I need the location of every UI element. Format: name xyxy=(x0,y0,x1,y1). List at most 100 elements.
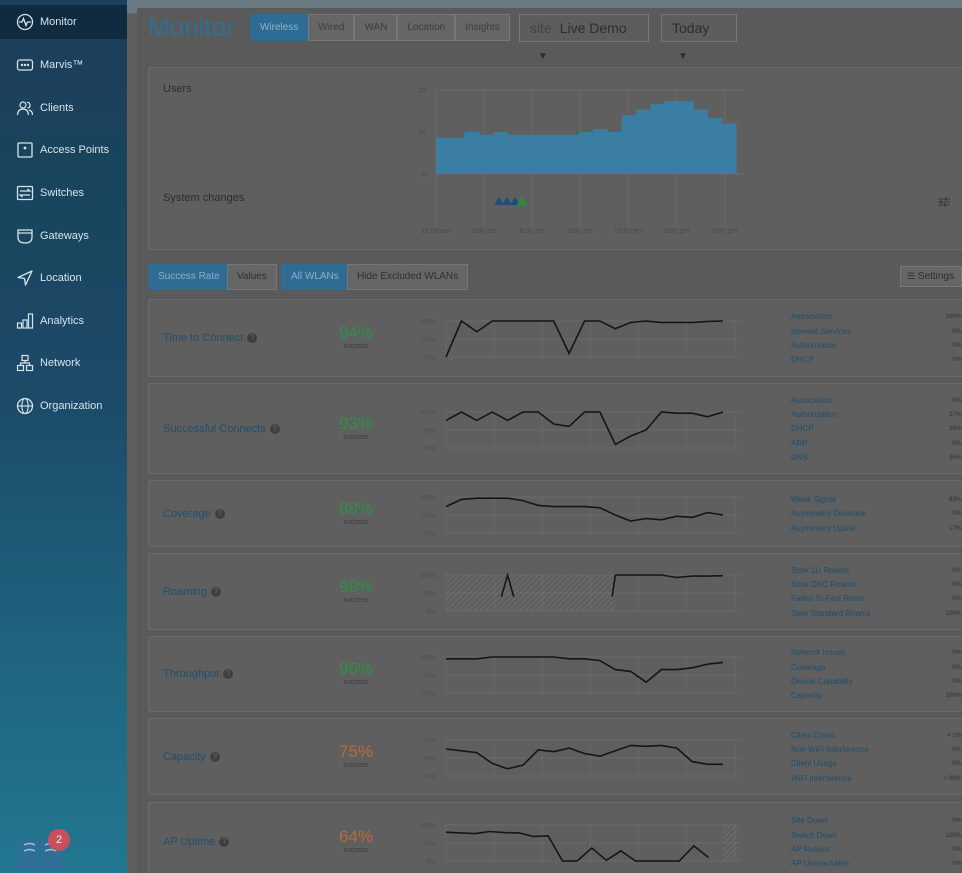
reason-item[interactable]: Client Usage 0% xyxy=(791,757,961,771)
users-bar xyxy=(493,132,508,174)
reason-item[interactable]: AP Unreachable 0% xyxy=(791,857,961,871)
sle-name[interactable]: Time to Connect? xyxy=(163,332,258,344)
users-y-tick: 0 xyxy=(422,172,426,179)
reason-item[interactable]: Authorization 27% xyxy=(791,408,961,422)
tab-wired[interactable]: Wired xyxy=(308,14,355,41)
reason-item[interactable]: DNS 35% xyxy=(791,451,961,465)
reason-item[interactable]: Slow 11r Roams 0% xyxy=(791,564,961,578)
sidebar-item-gateways[interactable]: Gateways xyxy=(0,219,127,253)
sle-success-label: success xyxy=(343,596,369,604)
filter-sliders-icon[interactable] xyxy=(937,194,951,207)
sidebar-item-access-points[interactable]: Access Points xyxy=(0,133,127,167)
system-change-marker[interactable] xyxy=(494,197,504,205)
sidebar-item-location[interactable]: Location xyxy=(0,261,127,295)
reason-item[interactable]: Association 100% xyxy=(791,310,961,324)
sparkline-y-tick: 90% xyxy=(423,673,436,680)
help-question-icon[interactable]: ? xyxy=(219,837,230,848)
reason-value: 83% xyxy=(948,496,961,503)
sle-name[interactable]: Coverage? xyxy=(163,508,225,520)
sle-row-successful-connects[interactable]: Successful Connects? 93% success 100% 85% 70%… xyxy=(148,383,962,474)
sidebar-item-monitor[interactable]: Monitor xyxy=(0,5,127,39)
reason-item[interactable]: Slow OKC Roams 0% xyxy=(791,578,961,592)
time-range-dropdown[interactable]: Today ▼ xyxy=(661,14,737,62)
all-wlans-tab[interactable]: All WLANs xyxy=(281,264,349,290)
reason-value: 0% xyxy=(952,761,961,768)
settings-button[interactable]: ☰ Settings xyxy=(900,266,962,287)
sle-sparkline: 90% 70% 50% xyxy=(423,737,741,780)
sle-name[interactable]: Capacity? xyxy=(163,751,220,763)
sle-percentage: 98% xyxy=(338,576,374,596)
sle-row-coverage[interactable]: Coverage? 88% success 100% 85% 70% Weak Signal… xyxy=(148,480,962,547)
users-bar xyxy=(521,134,537,174)
users-bar xyxy=(678,101,694,174)
reason-item[interactable]: DHCP 38% xyxy=(791,422,961,436)
users-x-tick: 9:00 am xyxy=(568,228,593,235)
sle-name[interactable]: Successful Connects? xyxy=(163,423,280,435)
sle-row-capacity[interactable]: Capacity? 75% success 90% 70% 50% Client Count… xyxy=(148,718,962,795)
reason-value: 0% xyxy=(952,357,961,364)
reason-item[interactable]: Non WiFi Interference 0% xyxy=(791,743,961,757)
sle-name[interactable]: Throughput? xyxy=(163,668,234,680)
sle-success-label: success xyxy=(343,433,369,441)
sidebar-item-network[interactable]: Network xyxy=(0,346,127,380)
success-rate-tab[interactable]: Success Rate xyxy=(148,264,230,290)
reason-item[interactable]: Site Down 0% xyxy=(791,814,961,828)
values-tab[interactable]: Values xyxy=(227,264,277,290)
help-question-icon[interactable]: ? xyxy=(223,669,234,680)
reason-item[interactable]: ARP 0% xyxy=(791,437,961,451)
reason-item[interactable]: Failed To Fast Roam 0% xyxy=(791,592,961,606)
sle-name[interactable]: AP Uptime? xyxy=(163,836,230,848)
sidebar-item-clients[interactable]: Clients xyxy=(0,91,127,125)
reason-item[interactable]: Asymmetry Downlink 0% xyxy=(791,507,961,521)
help-question-icon[interactable]: ? xyxy=(269,423,280,434)
help-question-icon[interactable]: ? xyxy=(247,333,258,344)
reason-item[interactable]: Network Issues 0% xyxy=(791,646,961,660)
sidebar-item-analytics[interactable]: Analytics xyxy=(0,304,127,338)
sidebar-item-label: Network xyxy=(40,357,81,369)
sle-row-time-to-connect[interactable]: Time to Connect? 94% success 100% 60% 20% Asso… xyxy=(148,299,962,377)
help-question-icon[interactable]: ? xyxy=(209,751,220,762)
site-dropdown[interactable]: site Live Demo ▼ xyxy=(519,14,649,62)
sle-row-throughput[interactable]: Throughput? 96% success 100% 90% 80% Network I… xyxy=(148,636,962,712)
system-change-marker[interactable] xyxy=(517,197,527,205)
reason-item[interactable]: Asymmetry Uplink 17% xyxy=(791,522,961,536)
reason-label: Authorization xyxy=(791,340,838,350)
sle-percentage: 75% xyxy=(338,741,374,761)
help-question-icon[interactable]: ? xyxy=(211,586,222,597)
reason-item[interactable]: Authorization 0% xyxy=(791,339,961,353)
sidebar-item-organization[interactable]: Organization xyxy=(0,389,127,423)
sle-row-roaming[interactable]: Roaming? 98% success 100% 50% 0% Slow 11r Roam… xyxy=(148,553,962,630)
reason-item[interactable]: AP Reboot 0% xyxy=(791,843,961,857)
reason-item[interactable]: DHCP 0% xyxy=(791,353,961,367)
sidebar-item-switches[interactable]: Switches xyxy=(0,176,127,210)
reason-label: Internet Services xyxy=(791,326,852,336)
reason-label: Coverage xyxy=(791,662,826,672)
reason-label: AP Reboot xyxy=(791,844,830,854)
sle-name-label: Coverage xyxy=(163,507,211,520)
reason-value: 100% xyxy=(945,610,961,617)
reason-item[interactable]: Weak Signal 83% xyxy=(791,493,961,507)
sle-name[interactable]: Roaming? xyxy=(163,586,222,598)
tab-location[interactable]: Location xyxy=(397,14,456,41)
reason-item[interactable]: WiFi Interference > 99% xyxy=(791,772,961,786)
reason-item[interactable]: Slow Standard Roams 100% xyxy=(791,607,961,621)
reason-item[interactable]: Coverage 0% xyxy=(791,661,961,675)
tab-wireless[interactable]: Wireless xyxy=(250,14,309,41)
hide-excluded-wlans-tab[interactable]: Hide Excluded WLANs xyxy=(347,264,469,290)
sle-success-label: success xyxy=(343,847,369,854)
reason-item[interactable]: Capacity 100% xyxy=(791,689,961,703)
tab-wan[interactable]: WAN xyxy=(354,14,398,41)
sle-row-ap-uptime[interactable]: AP Uptime? 64% success 100% 50% 0% Site Down 0%… xyxy=(148,802,962,873)
reason-item[interactable]: Internet Services 0% xyxy=(791,325,961,339)
sidebar-item-marvis[interactable]: Marvis™ xyxy=(0,48,127,82)
tab-insights[interactable]: Insights xyxy=(455,14,510,41)
help-question-icon[interactable]: ? xyxy=(214,508,225,519)
system-change-marker[interactable] xyxy=(502,197,512,205)
users-bar xyxy=(450,137,466,174)
reason-item[interactable]: Association 0% xyxy=(791,394,961,408)
reason-item[interactable]: Device Capability 0% xyxy=(791,675,961,689)
reason-item[interactable]: Client Count < 1% xyxy=(791,729,961,743)
reason-item[interactable]: Switch Down 100% xyxy=(791,829,961,843)
sle-name-label: Throughput xyxy=(163,668,220,680)
sparkline-y-tick: 100% xyxy=(419,655,436,662)
